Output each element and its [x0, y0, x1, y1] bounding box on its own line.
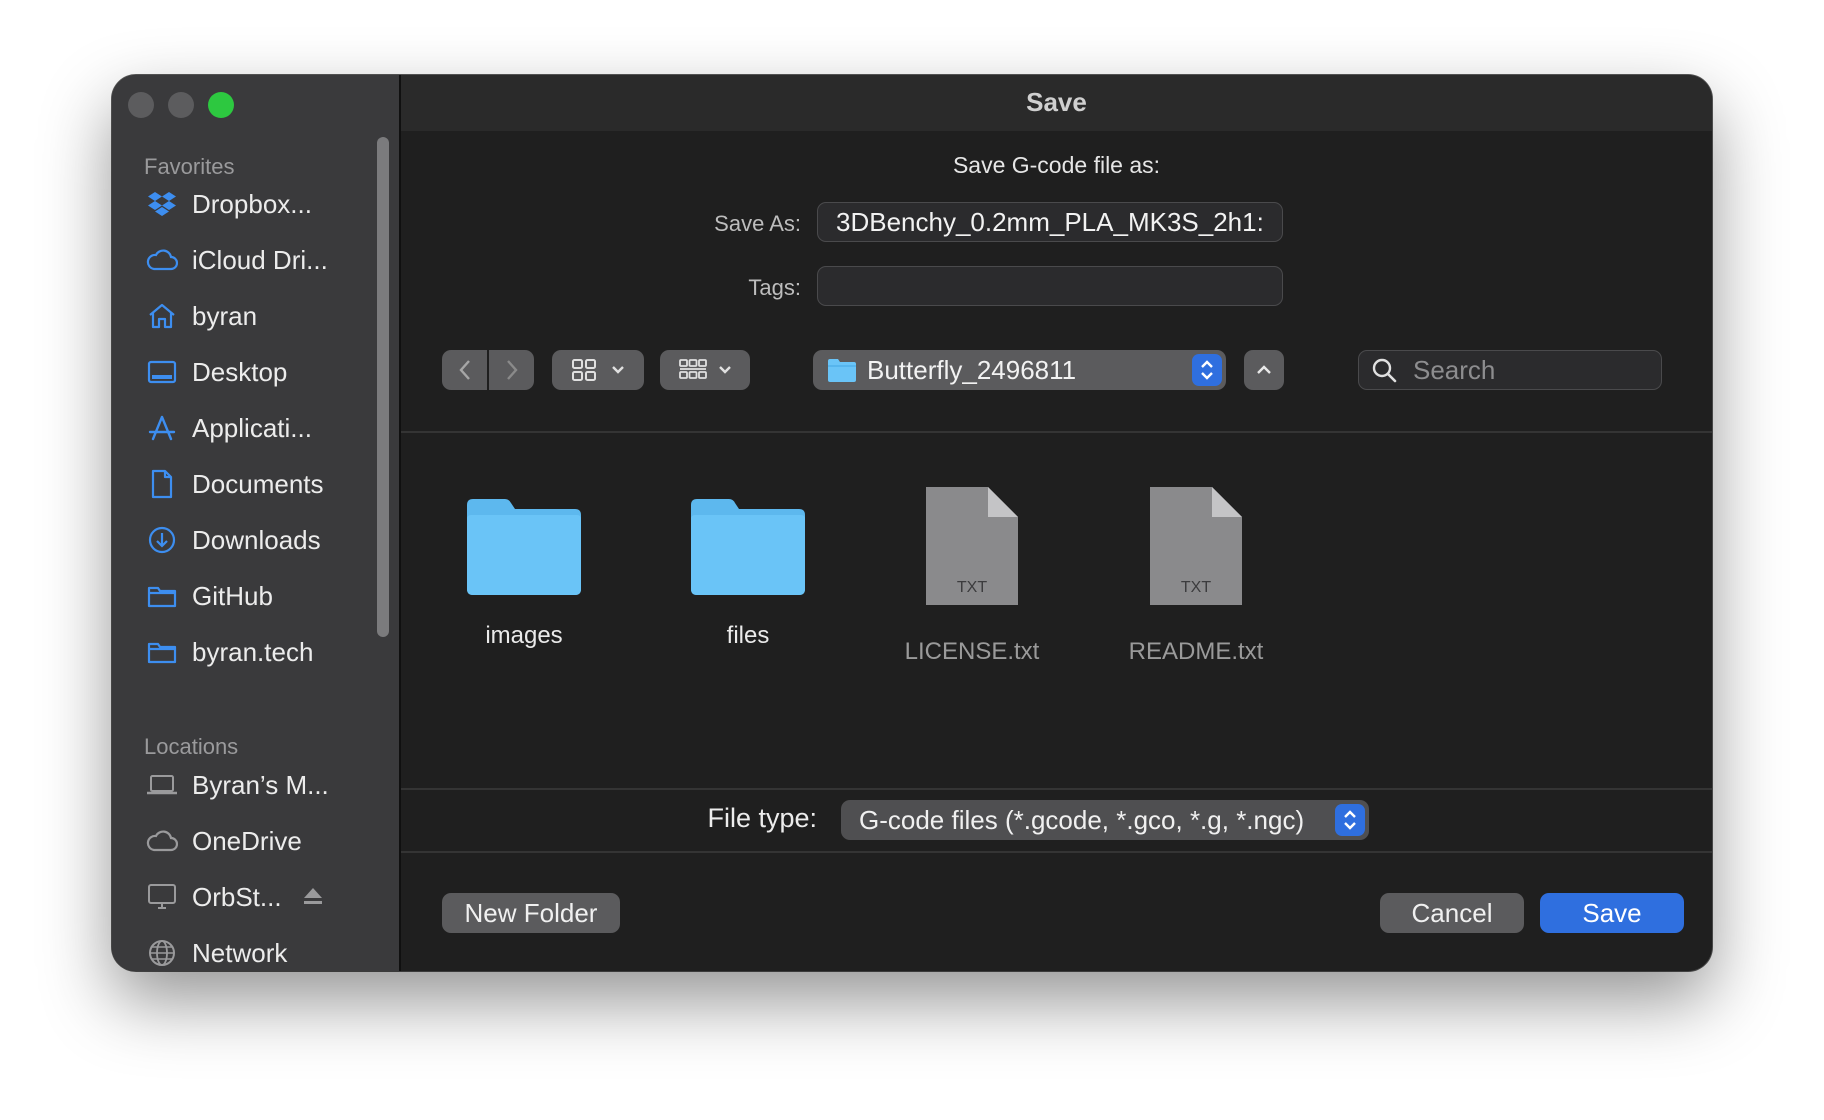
folder-icon: [146, 636, 178, 668]
sidebar-item-label: GitHub: [192, 580, 273, 611]
search-icon: [1372, 358, 1397, 383]
folder-icon: [691, 499, 805, 595]
folder-icon: [467, 499, 581, 595]
save-button[interactable]: Save: [1540, 893, 1684, 933]
popup-arrows-icon: [1335, 804, 1365, 836]
file-item-images[interactable]: images: [424, 495, 624, 650]
new-folder-button[interactable]: New Folder: [442, 893, 620, 933]
chevron-down-icon: [612, 366, 624, 374]
sidebar-item-network[interactable]: Network: [112, 927, 377, 971]
sidebar-item-desktop[interactable]: Desktop: [112, 346, 377, 398]
sidebar-item-orbstack[interactable]: OrbSt...: [112, 871, 377, 923]
close-window-button[interactable]: [128, 92, 154, 118]
file-name: images: [485, 622, 563, 649]
sidebar-item-label: Applicati...: [192, 412, 312, 443]
window-title: Save: [1026, 87, 1087, 117]
file-name: LICENSE.txt: [904, 638, 1040, 665]
sidebar-item-label: Byran’s M...: [192, 769, 329, 800]
sidebar-section-locations: Locations: [144, 734, 239, 759]
group-view-button[interactable]: [660, 350, 750, 390]
back-button[interactable]: [442, 350, 487, 390]
sidebar-item-dropbox[interactable]: Dropbox...: [112, 178, 377, 230]
desktop-icon: [146, 356, 178, 388]
sidebar-item-byran-tech[interactable]: byran.tech: [112, 626, 377, 678]
document-icon: [146, 468, 178, 500]
sidebar-item-documents[interactable]: Documents: [112, 458, 377, 510]
sidebar-item-label: Desktop: [192, 356, 288, 387]
file-item-files[interactable]: files: [648, 495, 848, 650]
eject-icon[interactable]: [302, 885, 324, 907]
chevron-left-icon: [458, 360, 470, 380]
sidebar-item-macbook[interactable]: Byran’s M...: [112, 759, 377, 811]
toolbar-divider: [401, 431, 1712, 433]
minimize-window-button[interactable]: [168, 92, 194, 118]
folder-icon: [146, 580, 178, 612]
sidebar-item-label: iCloud Dri...: [192, 244, 328, 275]
sidebar-item-label: byran.tech: [192, 636, 314, 667]
laptop-icon: [146, 769, 178, 801]
forward-button[interactable]: [489, 350, 534, 390]
search-placeholder: Search: [1413, 354, 1496, 385]
file-type-label: File type:: [707, 803, 817, 833]
sidebar-item-onedrive[interactable]: OneDrive: [112, 815, 377, 867]
grid-view-icon: [572, 359, 596, 381]
save-as-label: Save As:: [714, 211, 801, 236]
file-item-license[interactable]: TXT LICENSE.txt: [872, 485, 1072, 666]
sidebar-item-home[interactable]: byran: [112, 290, 377, 342]
titlebar: Save: [401, 75, 1712, 131]
file-type-value: G-code files (*.gcode, *.gco, *.g, *.ngc…: [859, 804, 1305, 835]
applications-icon: [146, 412, 178, 444]
icon-view-button[interactable]: [552, 350, 644, 390]
display-icon: [146, 881, 178, 913]
file-type-badge: TXT: [956, 579, 988, 596]
sidebar: Favorites Dropbox... iCloud Dri... byran: [112, 75, 401, 971]
cloud-icon: [146, 244, 178, 276]
downloads-icon: [146, 524, 178, 556]
sidebar-item-label: Documents: [192, 468, 324, 499]
collapse-button[interactable]: [1244, 350, 1284, 390]
sidebar-item-downloads[interactable]: Downloads: [112, 514, 377, 566]
sidebar-item-label: Dropbox...: [192, 188, 312, 219]
sidebar-item-applications[interactable]: Applicati...: [112, 402, 377, 454]
network-icon: [146, 937, 178, 969]
sidebar-scrollbar[interactable]: [377, 137, 389, 637]
popup-arrows-icon: [1192, 354, 1222, 386]
chevron-down-icon: [719, 366, 731, 374]
file-type-badge: TXT: [1180, 579, 1212, 596]
sidebar-item-icloud-drive[interactable]: iCloud Dri...: [112, 234, 377, 286]
file-type-popup[interactable]: G-code files (*.gcode, *.gco, *.g, *.ngc…: [841, 800, 1369, 840]
file-type-divider-top: [401, 788, 1712, 790]
location-popup[interactable]: Butterfly_2496811: [813, 350, 1226, 390]
folder-icon: [828, 359, 856, 382]
main-panel: Save Save G-code file as: Save As: Tags:…: [401, 75, 1712, 971]
search-field[interactable]: Search: [1358, 350, 1662, 390]
file-type-divider-bottom: [401, 851, 1712, 853]
tags-label: Tags:: [748, 275, 801, 300]
file-name: README.txt: [1128, 638, 1264, 665]
location-label: Butterfly_2496811: [867, 354, 1077, 385]
sidebar-section-favorites: Favorites: [144, 154, 235, 179]
cloud-icon: [146, 825, 178, 857]
save-prompt: Save G-code file as:: [952, 152, 1161, 178]
save-as-input[interactable]: [817, 202, 1283, 242]
sidebar-item-github[interactable]: GitHub: [112, 570, 377, 622]
sidebar-item-label: byran: [192, 300, 258, 331]
save-dialog-window: Favorites Dropbox... iCloud Dri... byran: [112, 75, 1712, 971]
tags-input[interactable]: [817, 266, 1283, 306]
file-item-readme[interactable]: TXT README.txt: [1096, 485, 1296, 666]
sidebar-item-label: OrbSt...: [192, 881, 282, 912]
sidebar-item-label: Downloads: [192, 524, 321, 555]
chevron-up-icon: [1257, 365, 1271, 374]
sidebar-item-label: OneDrive: [192, 825, 302, 856]
sidebar-item-label: Network: [192, 937, 288, 968]
home-icon: [146, 300, 178, 332]
group-icon: [679, 359, 707, 379]
zoom-window-button[interactable]: [208, 92, 234, 118]
dropbox-icon: [146, 188, 178, 220]
cancel-button[interactable]: Cancel: [1380, 893, 1524, 933]
chevron-right-icon: [506, 360, 518, 380]
file-name: files: [726, 622, 770, 649]
